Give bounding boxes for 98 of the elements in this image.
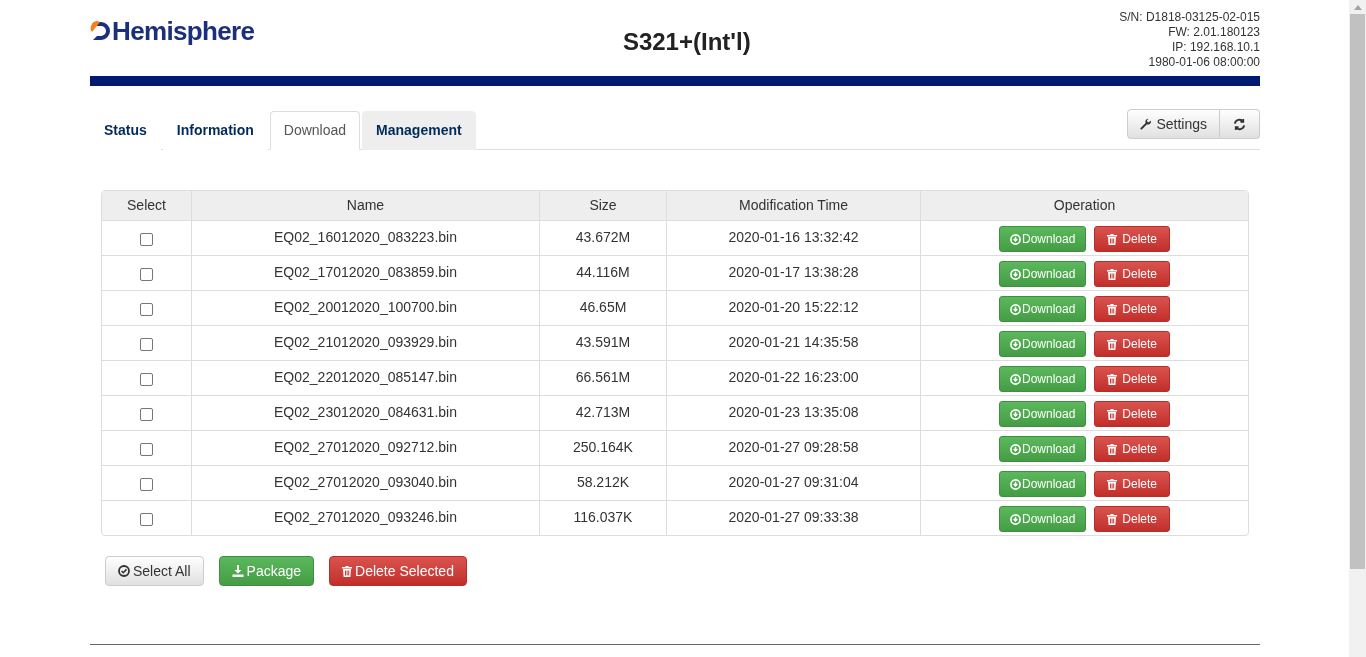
delete-button[interactable]: Delete	[1094, 331, 1171, 357]
package-button[interactable]: Package	[218, 556, 315, 586]
modification-time: 2020-01-27 09:33:38	[728, 508, 859, 527]
download-button[interactable]: Download	[998, 366, 1087, 392]
file-name: EQ02_17012020_083859.bin	[274, 263, 457, 282]
delete-button[interactable]: Delete	[1094, 226, 1171, 252]
logo-mark-icon	[90, 19, 112, 43]
delete-button[interactable]: Delete	[1094, 436, 1171, 462]
file-name: EQ02_21012020_093929.bin	[274, 333, 457, 352]
download-circle-icon	[1009, 408, 1021, 420]
download-button[interactable]: Download	[998, 226, 1087, 252]
download-button[interactable]: Download	[998, 471, 1087, 497]
device-title: S321+(Int'l)	[622, 27, 751, 57]
file-name: EQ02_23012020_084631.bin	[274, 403, 457, 422]
file-size: 58.212K	[576, 473, 630, 492]
trash-icon	[1107, 443, 1118, 455]
row-checkbox[interactable]	[140, 477, 153, 491]
refresh-icon	[1233, 117, 1246, 131]
trash-icon	[1107, 408, 1118, 420]
file-name: EQ02_27012020_093040.bin	[274, 473, 457, 492]
column-header: Operation	[920, 191, 1248, 220]
check-circle-icon	[118, 565, 130, 577]
row-checkbox[interactable]	[140, 302, 153, 316]
modification-time: 2020-01-27 09:28:58	[728, 438, 859, 457]
settings-button[interactable]: Settings	[1127, 109, 1220, 139]
file-name: EQ02_20012020_100700.bin	[274, 298, 457, 317]
download-button[interactable]: Download	[998, 296, 1087, 322]
device-info-line: S/N: D1818-03125-02-015	[1119, 10, 1260, 25]
download-circle-icon	[1009, 338, 1021, 350]
trash-icon	[1107, 338, 1118, 350]
file-size: 116.037K	[573, 508, 633, 527]
download-circle-icon	[1009, 443, 1021, 455]
modification-time: 2020-01-22 16:23:00	[728, 368, 859, 387]
column-header: Select	[126, 196, 167, 215]
download-circle-icon	[1009, 373, 1021, 385]
tab[interactable]: Download	[269, 111, 361, 150]
modification-time: 2020-01-20 15:22:12	[728, 298, 859, 317]
tab[interactable]: Management	[362, 111, 476, 150]
modification-time: 2020-01-16 13:32:42	[728, 228, 859, 247]
row-checkbox[interactable]	[140, 267, 153, 281]
trash-icon	[1107, 268, 1118, 280]
file-size: 250.164K	[573, 438, 633, 457]
file-name: EQ02_27012020_092712.bin	[274, 438, 457, 457]
wrench-icon	[1140, 118, 1153, 130]
download-button[interactable]: Download	[998, 331, 1087, 357]
logo: Hemisphere	[90, 18, 255, 44]
device-info-line: FW: 2.01.180123	[1168, 25, 1260, 40]
file-size: 46.65M	[579, 298, 627, 317]
row-checkbox[interactable]	[140, 372, 153, 386]
delete-selected-button[interactable]: Delete Selected	[329, 556, 467, 586]
column-header: Name	[191, 191, 539, 220]
download-button[interactable]: Download	[998, 261, 1087, 287]
file-size: 42.713M	[575, 403, 631, 422]
download-button[interactable]: Download	[998, 436, 1087, 462]
download-circle-icon	[1009, 233, 1021, 245]
download-circle-icon	[1009, 303, 1021, 315]
file-size: 44.116M	[576, 263, 630, 282]
download-circle-icon	[1009, 268, 1021, 280]
modification-time: 2020-01-27 09:31:04	[728, 473, 859, 492]
select-all-button[interactable]: Select All	[105, 556, 204, 586]
delete-button[interactable]: Delete	[1094, 296, 1171, 322]
row-checkbox[interactable]	[140, 442, 153, 456]
trash-icon	[1107, 478, 1118, 490]
download-circle-icon	[1009, 478, 1021, 490]
delete-button[interactable]: Delete	[1094, 366, 1171, 392]
scrollbar-thumb[interactable]	[1350, 14, 1365, 569]
download-button[interactable]: Download	[998, 506, 1087, 532]
file-size: 43.672M	[575, 228, 631, 247]
modification-time: 2020-01-17 13:38:28	[728, 263, 859, 282]
delete-button[interactable]: Delete	[1094, 401, 1171, 427]
file-size: 43.591M	[575, 333, 631, 352]
file-name: EQ02_16012020_083223.bin	[274, 228, 457, 247]
trash-icon	[342, 565, 353, 577]
delete-button[interactable]: Delete	[1094, 506, 1171, 532]
row-checkbox[interactable]	[140, 407, 153, 421]
download-circle-icon	[1009, 513, 1021, 525]
file-name: EQ02_27012020_093246.bin	[274, 508, 457, 527]
trash-icon	[1107, 303, 1118, 315]
trash-icon	[1107, 233, 1118, 245]
row-checkbox[interactable]	[140, 512, 153, 526]
trash-icon	[1107, 373, 1118, 385]
file-size: 66.561M	[575, 368, 631, 387]
modification-time: 2020-01-21 14:35:58	[728, 333, 859, 352]
scrollbar[interactable]	[1349, 0, 1366, 657]
column-header: Size	[539, 191, 666, 220]
delete-button[interactable]: Delete	[1094, 261, 1171, 287]
modification-time: 2020-01-23 13:35:08	[728, 403, 859, 422]
delete-button[interactable]: Delete	[1094, 471, 1171, 497]
device-info-line: 1980-01-06 08:00:00	[1148, 55, 1260, 70]
device-info-line: IP: 192.168.10.1	[1171, 40, 1260, 55]
download-button[interactable]: Download	[998, 401, 1087, 427]
download-tray-icon	[231, 565, 244, 577]
file-name: EQ02_22012020_085147.bin	[274, 368, 457, 387]
refresh-button[interactable]	[1220, 109, 1260, 139]
column-header: Modification Time	[666, 191, 920, 220]
row-checkbox[interactable]	[140, 337, 153, 351]
row-checkbox[interactable]	[140, 232, 153, 246]
trash-icon	[1107, 513, 1118, 525]
